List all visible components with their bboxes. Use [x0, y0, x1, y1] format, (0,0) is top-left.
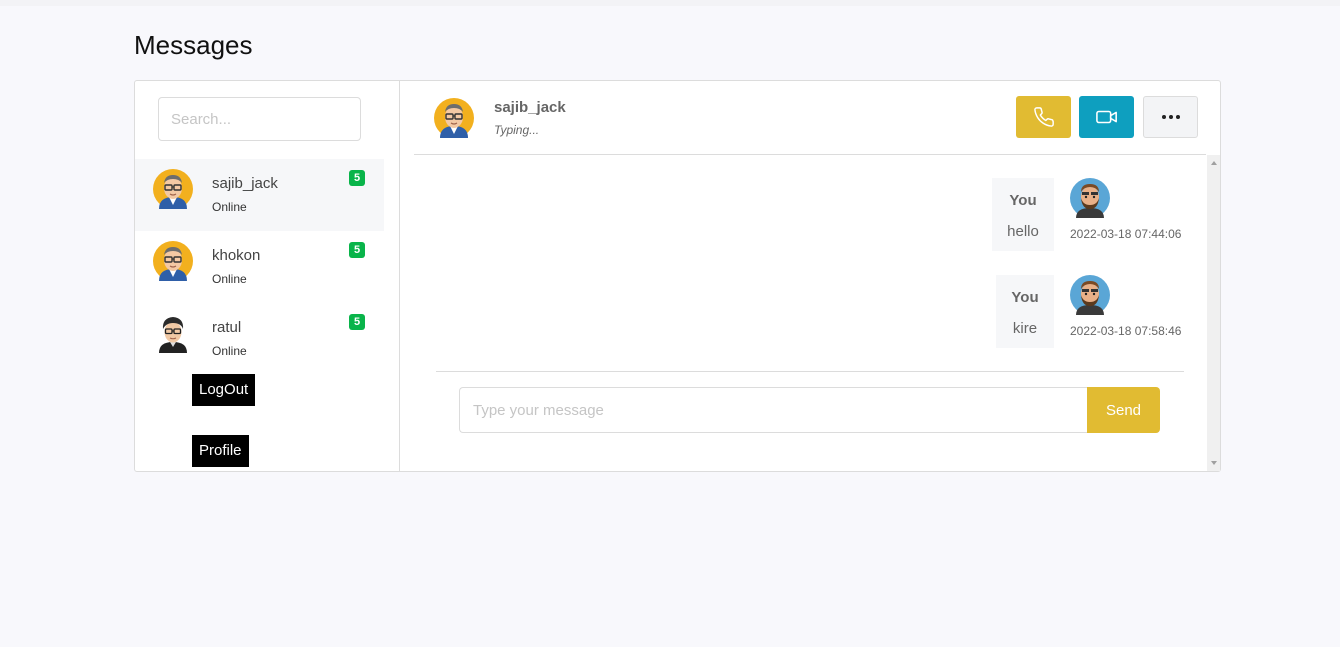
message-sender: You	[1009, 192, 1037, 209]
contacts-sidebar: sajib_jack Online 5 khokon Online 5	[135, 81, 400, 471]
voice-call-button[interactable]	[1016, 96, 1071, 138]
avatar	[1070, 178, 1110, 218]
more-options-button[interactable]	[1143, 96, 1198, 138]
avatar	[434, 98, 474, 138]
chat-panel: sajib_jack Typing... You hello 2022-03-1…	[400, 81, 1220, 471]
video-call-button[interactable]	[1079, 96, 1134, 138]
more-horizontal-icon	[1161, 115, 1180, 119]
contact-item-khokon[interactable]: khokon Online 5	[135, 231, 384, 303]
message-timestamp: 2022-03-18 07:44:06	[1070, 227, 1182, 241]
avatar	[153, 169, 193, 209]
contact-item-ratul[interactable]: ratul Online 5	[135, 303, 384, 375]
chat-header: sajib_jack Typing...	[414, 81, 1206, 155]
unread-badge: 5	[349, 170, 365, 186]
profile-button[interactable]: Profile	[192, 435, 249, 467]
typing-indicator: Typing...	[494, 123, 540, 137]
page-title: Messages	[134, 30, 253, 60]
chat-contact-name: sajib_jack	[494, 99, 566, 116]
avatar	[153, 241, 193, 281]
message-text: hello	[1007, 223, 1039, 240]
contact-status: Online	[212, 272, 247, 286]
unread-badge: 5	[349, 242, 365, 258]
top-strip	[0, 0, 1340, 6]
message-scrollbar[interactable]	[1207, 155, 1220, 471]
message-list: You hello 2022-03-18 07:44:06 You kire 2…	[414, 155, 1206, 471]
send-button[interactable]: Send	[1087, 387, 1160, 433]
message-bubble: You hello	[992, 178, 1054, 251]
message-timestamp: 2022-03-18 07:58:46	[1070, 324, 1182, 338]
composer-divider	[436, 371, 1184, 372]
message-text: kire	[1012, 320, 1038, 337]
message-sender: You	[1011, 289, 1039, 306]
logout-button[interactable]: LogOut	[192, 374, 256, 406]
contact-name: khokon	[212, 247, 261, 264]
contact-status: Online	[212, 344, 247, 358]
avatar	[1070, 275, 1110, 315]
message-input[interactable]	[459, 387, 1087, 433]
message-bubble: You kire	[996, 275, 1054, 348]
contact-name: sajib_jack	[212, 175, 278, 192]
scroll-down-arrow-icon[interactable]	[1211, 461, 1217, 465]
contact-item-sajib-jack[interactable]: sajib_jack Online 5	[135, 159, 384, 231]
contact-status: Online	[212, 200, 247, 214]
avatar	[159, 317, 187, 353]
messenger-card: sajib_jack Online 5 khokon Online 5	[134, 80, 1221, 472]
contact-name: ratul	[212, 319, 242, 336]
video-camera-icon	[1095, 110, 1117, 124]
unread-badge: 5	[349, 314, 365, 330]
phone-icon	[1033, 107, 1054, 127]
scroll-up-arrow-icon[interactable]	[1211, 161, 1217, 165]
search-input[interactable]	[158, 97, 361, 141]
